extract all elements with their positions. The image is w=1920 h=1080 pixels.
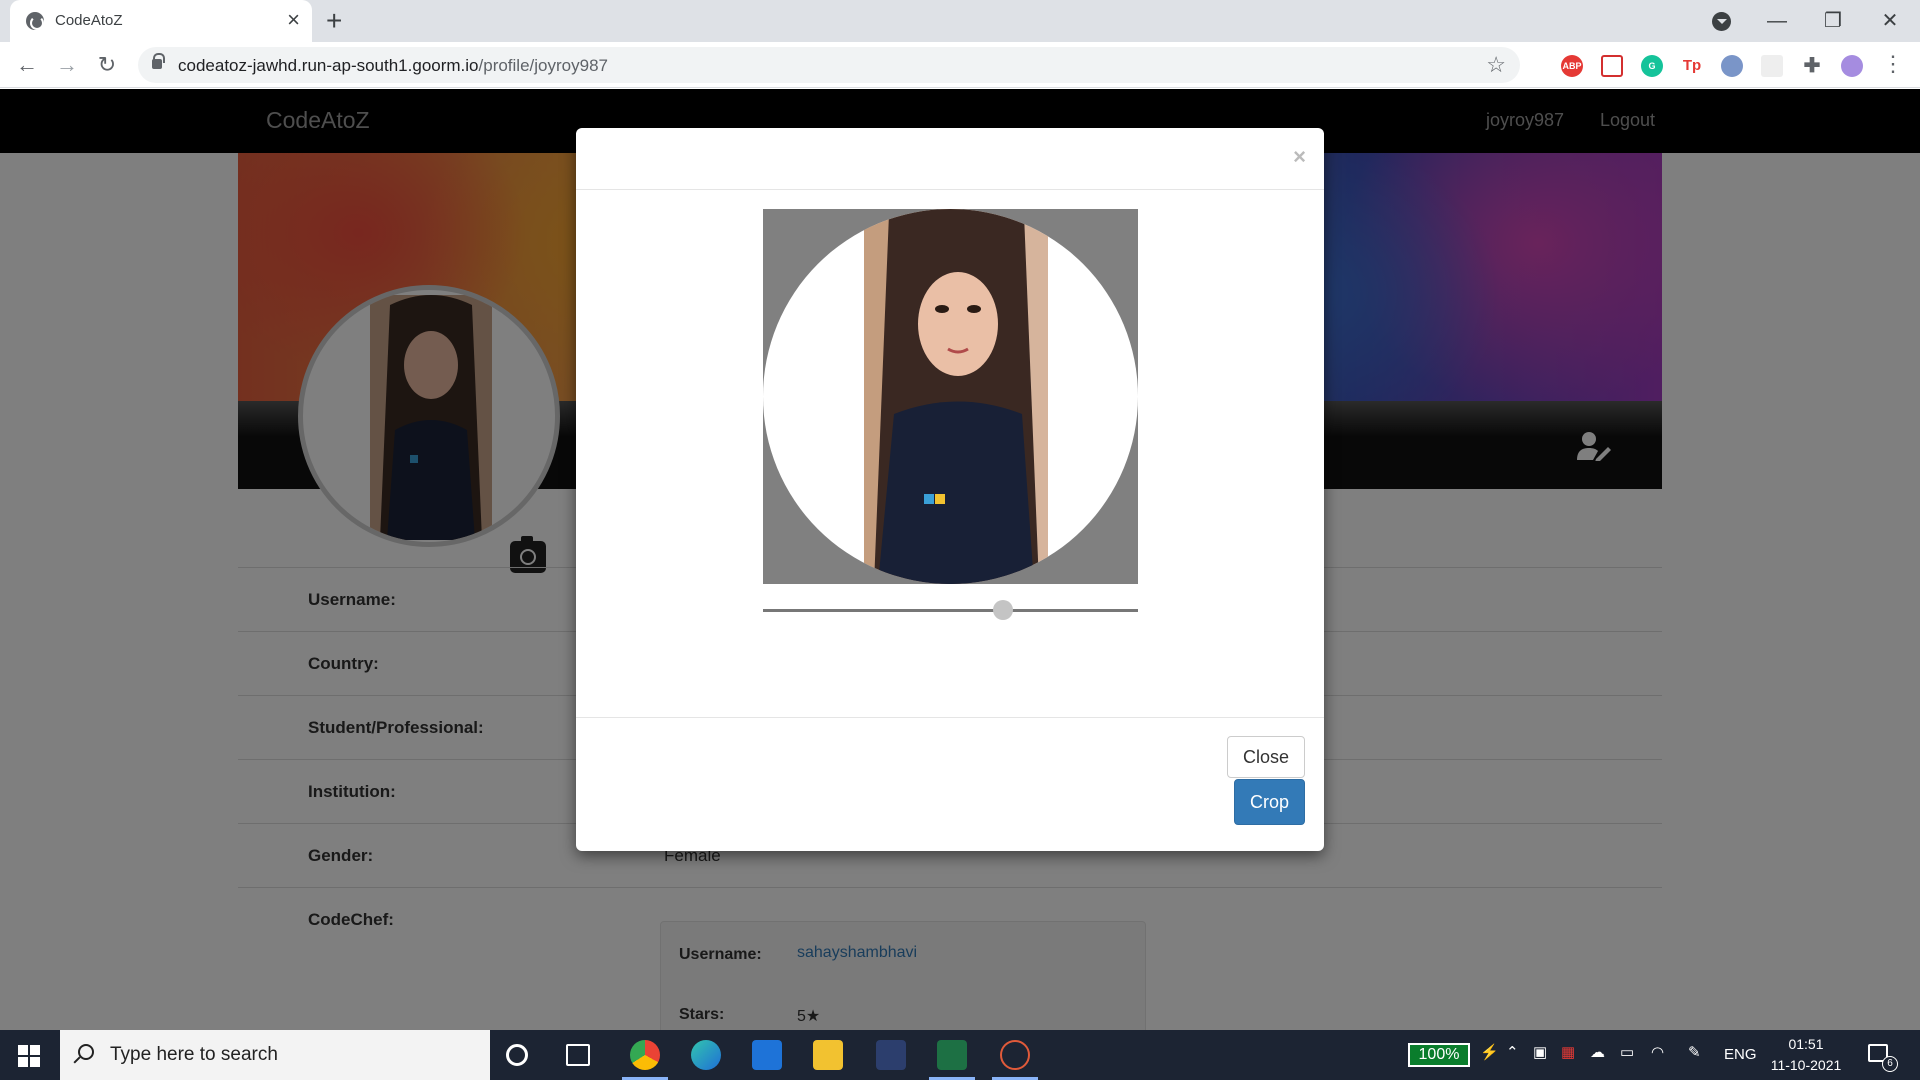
modal-header: × [576,128,1324,190]
taskbar-search-box[interactable]: Type here to search [60,1030,490,1080]
reload-icon[interactable]: ↻ [92,50,122,80]
browser-tab[interactable]: CodeAtoZ × [10,0,312,42]
edge-taskbar-icon[interactable] [691,1040,721,1070]
back-icon[interactable]: ← [12,50,42,80]
tray-app-icon[interactable]: ▣ [1533,1043,1547,1061]
chrome-taskbar-icon[interactable] [630,1040,660,1070]
notification-count: 6 [1882,1056,1898,1072]
modal-footer: Close Crop [576,717,1324,851]
clock-date[interactable]: 11-10-2021 [1766,1057,1846,1073]
slider-thumb[interactable] [993,600,1013,620]
excel-taskbar-icon[interactable] [937,1040,967,1070]
browser-menu-icon[interactable]: ⋮ [1882,51,1904,77]
profile-avatar-icon[interactable] [1841,55,1863,77]
devcpp-taskbar-icon[interactable] [876,1040,906,1070]
show-hidden-icons-icon[interactable]: ⌃ [1506,1043,1519,1061]
onedrive-icon[interactable]: ☁ [1590,1043,1605,1061]
restore-icon[interactable]: ❐ [1813,6,1853,36]
crop-button[interactable]: Crop [1234,779,1305,825]
slider-track [763,609,1138,612]
zoom-slider[interactable] [763,598,1138,622]
adblock-extension-icon[interactable]: ABP [1561,55,1583,77]
battery-icon[interactable]: ▭ [1620,1043,1634,1061]
grammarly-extension-icon[interactable]: G [1641,55,1663,77]
url-path: /profile/joyroy987 [478,56,608,75]
tab-title: CodeAtoZ [55,12,123,29]
url-host: codeatoz-jawhd.run-ap-south1.goorm.io [178,56,479,75]
clock-time[interactable]: 01:51 [1771,1036,1841,1052]
mail-taskbar-icon[interactable] [752,1040,782,1070]
task-view-icon[interactable] [566,1044,590,1066]
pen-icon[interactable]: ✎ [1688,1043,1701,1061]
url-text: codeatoz-jawhd.run-ap-south1.goorm.io/pr… [178,56,608,76]
browser-tab-strip: CodeAtoZ × + — ❐ ✕ [0,0,1920,42]
pocket-extension-icon[interactable] [1601,55,1623,77]
tp-extension-icon[interactable]: Tp [1681,55,1703,77]
windows-taskbar: Type here to search 100% ⚡ ⌃ ▣ ▦ ☁ ▭ ◠ ✎… [0,1030,1920,1080]
extension-icon[interactable] [1721,55,1743,77]
wifi-icon[interactable]: ◠ [1651,1043,1664,1061]
battery-percentage-badge: 100% [1408,1043,1470,1067]
cortana-icon[interactable] [506,1044,528,1066]
file-explorer-taskbar-icon[interactable] [813,1040,843,1070]
globe-icon [26,12,44,30]
close-button[interactable]: Close [1227,736,1305,778]
address-bar[interactable]: codeatoz-jawhd.run-ap-south1.goorm.io/pr… [138,47,1520,83]
web-page: CodeAtoZ joyroy987 Logout Username: [0,89,1920,1030]
power-plug-icon: ⚡ [1480,1044,1499,1061]
taskbar-search-placeholder: Type here to search [110,1044,278,1065]
extension-icon[interactable] [1761,55,1783,77]
crop-modal: × Close Crop [576,128,1324,851]
crop-circle-viewport[interactable] [763,209,1138,584]
modal-close-icon[interactable]: × [1293,144,1306,170]
puzzle-extensions-icon[interactable]: ✚ [1801,55,1823,77]
minimize-icon[interactable]: — [1757,6,1797,36]
windows-start-icon[interactable] [18,1045,40,1067]
app-taskbar-icon[interactable] [1000,1040,1030,1070]
tray-app-icon[interactable]: ▦ [1561,1043,1575,1061]
tab-close-icon[interactable]: × [287,8,300,32]
window-close-icon[interactable]: ✕ [1870,6,1910,36]
search-icon [78,1044,94,1060]
browser-toolbar: ← → ↻ codeatoz-jawhd.run-ap-south1.goorm… [0,42,1920,88]
lock-icon [152,53,165,69]
bookmark-star-icon[interactable]: ☆ [1486,52,1506,78]
tab-search-icon[interactable] [1712,12,1731,31]
new-tab-icon[interactable]: + [326,6,342,36]
crop-area[interactable] [763,209,1138,584]
language-indicator[interactable]: ENG [1724,1046,1757,1063]
crop-photo [864,209,1048,584]
forward-icon[interactable]: → [52,50,82,80]
